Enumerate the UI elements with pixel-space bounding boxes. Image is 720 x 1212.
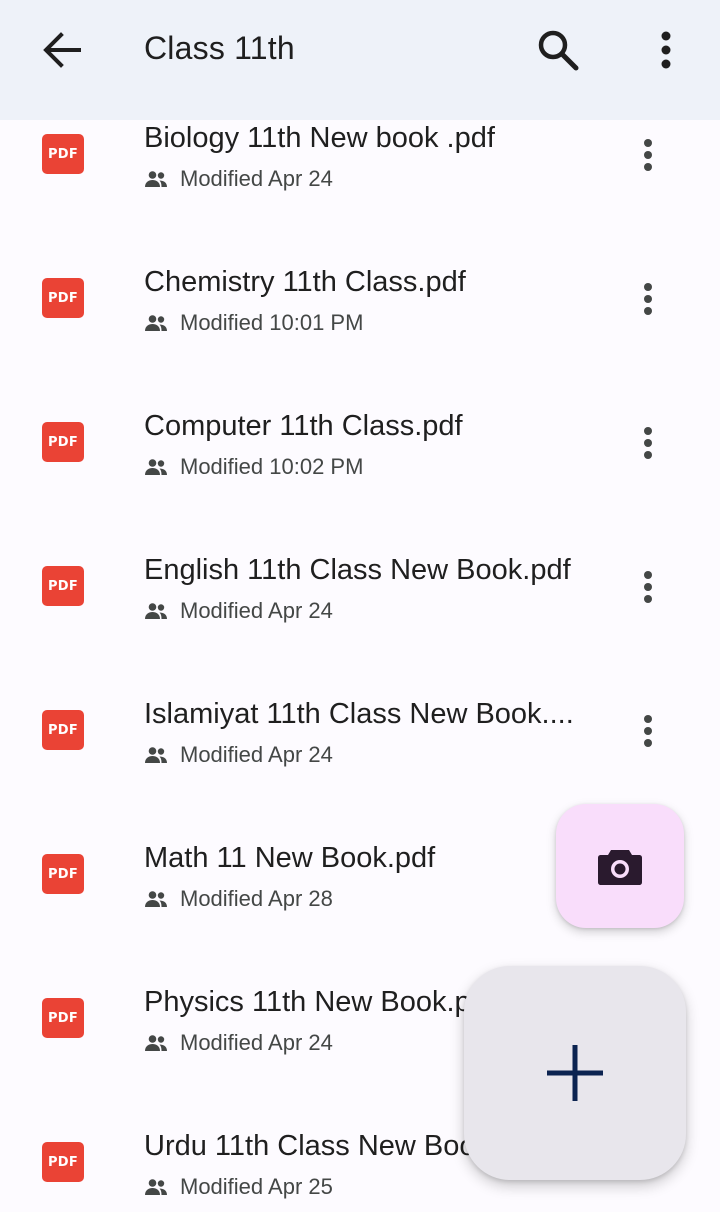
shared-people-icon [144,1177,170,1197]
arrow-back-icon [43,32,81,68]
modified-text: Modified Apr 24 [180,166,333,191]
modified-text: Modified 10:02 PM [180,454,364,479]
more-vert-icon [644,571,652,603]
file-meta: Modified Apr 25 [144,1172,333,1202]
more-vert-icon [644,427,652,459]
file-name: Biology 11th New book .pdf [144,122,495,154]
shared-people-icon [144,313,170,333]
file-row[interactable]: PDF English 11th Class New Book.pdf Modi… [0,552,720,696]
pdf-file-icon: PDF [42,854,84,894]
file-meta: Modified Apr 24 [144,1028,333,1058]
modified-text: Modified Apr 25 [180,1174,333,1199]
more-vert-icon [644,715,652,747]
create-new-fab[interactable] [464,966,686,1180]
plus-icon [547,1045,603,1101]
file-meta: Modified Apr 28 [144,884,333,914]
pdf-file-icon: PDF [42,422,84,462]
file-name: Chemistry 11th Class.pdf [144,266,466,298]
file-row[interactable]: PDF Chemistry 11th Class.pdf Modified 10… [0,264,720,408]
file-more-button[interactable] [626,128,670,182]
file-meta: Modified Apr 24 [144,164,333,194]
shared-people-icon [144,745,170,765]
pdf-file-icon: PDF [42,134,84,174]
back-button[interactable] [36,24,88,76]
scan-camera-fab[interactable] [556,804,684,928]
modified-text: Modified Apr 24 [180,1030,333,1055]
more-vert-icon [644,139,652,171]
modified-text: Modified Apr 24 [180,598,333,623]
file-name: Computer 11th Class.pdf [144,410,463,442]
shared-people-icon [144,601,170,621]
pdf-file-icon: PDF [42,566,84,606]
modified-text: Modified Apr 28 [180,886,333,911]
file-more-button[interactable] [626,560,670,614]
file-meta: Modified Apr 24 [144,596,333,626]
top-app-bar: Class 11th [0,0,720,120]
search-button[interactable] [530,22,586,78]
file-more-button[interactable] [626,272,670,326]
modified-text: Modified Apr 24 [180,742,333,767]
more-vert-icon [661,31,671,69]
file-name: Urdu 11th Class New Boo [144,1130,474,1162]
more-options-button[interactable] [640,22,692,78]
shared-people-icon [144,169,170,189]
pdf-file-icon: PDF [42,1142,84,1182]
file-name: Physics 11th New Book.p [144,986,471,1018]
file-name: English 11th Class New Book.pdf [144,554,571,586]
file-meta: Modified Apr 24 [144,740,333,770]
file-meta: Modified 10:02 PM [144,452,363,482]
file-row[interactable]: PDF Computer 11th Class.pdf Modified 10:… [0,408,720,552]
more-vert-icon [644,283,652,315]
file-meta: Modified 10:01 PM [144,308,363,338]
shared-people-icon [144,1033,170,1053]
file-row[interactable]: PDF Biology 11th New book .pdf Modified … [0,120,720,264]
page-title: Class 11th [144,30,295,66]
file-more-button[interactable] [626,416,670,470]
modified-text: Modified 10:01 PM [180,310,364,335]
camera-icon [598,850,642,885]
file-more-button[interactable] [626,704,670,758]
pdf-file-icon: PDF [42,710,84,750]
file-name: Islamiyat 11th Class New Book.... [144,698,574,730]
file-name: Math 11 New Book.pdf [144,842,436,874]
pdf-file-icon: PDF [42,998,84,1038]
shared-people-icon [144,457,170,477]
pdf-file-icon: PDF [42,278,84,318]
search-icon [538,30,579,71]
shared-people-icon [144,889,170,909]
